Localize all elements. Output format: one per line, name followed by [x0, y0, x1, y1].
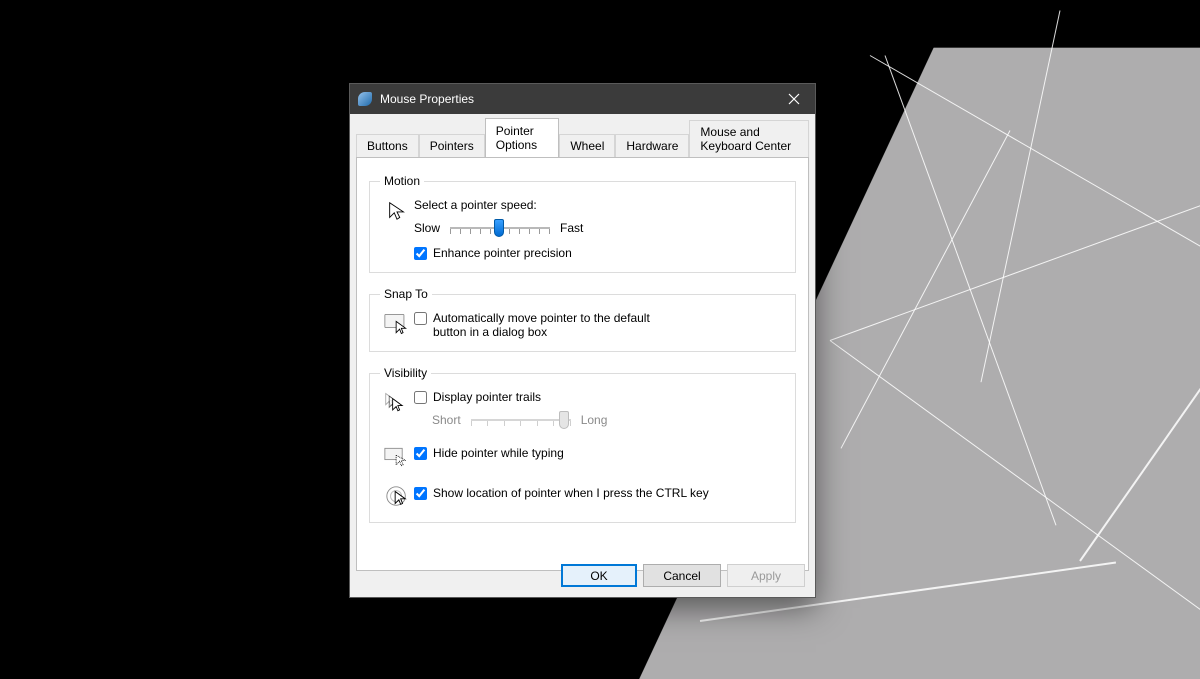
- pointer-trails-thumb: [559, 411, 569, 429]
- tab-hardware[interactable]: Hardware: [615, 134, 689, 158]
- tab-mouse-keyboard-center[interactable]: Mouse and Keyboard Center: [689, 120, 809, 158]
- enhance-precision-checkbox[interactable]: Enhance pointer precision: [414, 246, 785, 260]
- hide-typing-icon: [384, 444, 410, 470]
- pointer-speed-label: Select a pointer speed:: [414, 198, 785, 212]
- group-motion: Motion Select a pointer speed: Slow: [369, 174, 796, 273]
- group-snap-to-legend: Snap To: [380, 287, 432, 301]
- tab-wheel[interactable]: Wheel: [559, 134, 615, 158]
- mouse-properties-dialog: Mouse Properties Buttons Pointers Pointe…: [349, 83, 816, 598]
- trails-long-label: Long: [581, 413, 608, 427]
- tab-pointer-options[interactable]: Pointer Options: [485, 118, 560, 157]
- pointer-trails-icon: [384, 390, 410, 416]
- pointer-speed-fast-label: Fast: [560, 221, 583, 235]
- pointer-speed-icon: [384, 198, 410, 224]
- tab-pointers[interactable]: Pointers: [419, 134, 485, 158]
- enhance-precision-input[interactable]: [414, 247, 427, 260]
- ctrl-locate-icon: [384, 484, 410, 510]
- snap-to-input[interactable]: [414, 312, 427, 325]
- dialog-button-row: OK Cancel Apply: [561, 564, 805, 587]
- pointer-trails-slider: [471, 410, 571, 430]
- snap-to-label: Automatically move pointer to the defaul…: [433, 311, 683, 339]
- hide-typing-label: Hide pointer while typing: [433, 446, 564, 460]
- pointer-speed-slow-label: Slow: [414, 221, 440, 235]
- pointer-speed-thumb[interactable]: [494, 219, 504, 237]
- group-motion-legend: Motion: [380, 174, 424, 188]
- apply-button: Apply: [727, 564, 805, 587]
- group-snap-to: Snap To Automatically move: [369, 287, 796, 352]
- hide-typing-checkbox[interactable]: Hide pointer while typing: [414, 446, 785, 460]
- trails-short-label: Short: [432, 413, 461, 427]
- close-button[interactable]: [773, 84, 815, 114]
- snap-to-checkbox[interactable]: Automatically move pointer to the defaul…: [414, 311, 785, 339]
- pointer-speed-slider[interactable]: [450, 218, 550, 238]
- pointer-trails-checkbox[interactable]: Display pointer trails: [414, 390, 785, 404]
- ctrl-locate-checkbox[interactable]: Show location of pointer when I press th…: [414, 486, 785, 500]
- pointer-trails-label: Display pointer trails: [433, 390, 541, 404]
- desktop-wallpaper: Mouse Properties Buttons Pointers Pointe…: [0, 0, 1200, 679]
- titlebar[interactable]: Mouse Properties: [350, 84, 815, 114]
- enhance-precision-label: Enhance pointer precision: [433, 246, 572, 260]
- ctrl-locate-label: Show location of pointer when I press th…: [433, 486, 709, 500]
- group-visibility: Visibility: [369, 366, 796, 523]
- tab-buttons[interactable]: Buttons: [356, 134, 419, 158]
- app-icon: [358, 92, 372, 106]
- hide-typing-input[interactable]: [414, 447, 427, 460]
- cancel-button[interactable]: Cancel: [643, 564, 721, 587]
- pointer-trails-input[interactable]: [414, 391, 427, 404]
- snap-to-icon: [384, 311, 410, 337]
- window-title: Mouse Properties: [380, 92, 773, 106]
- tab-panel-pointer-options: Motion Select a pointer speed: Slow: [356, 157, 809, 571]
- group-visibility-legend: Visibility: [380, 366, 431, 380]
- ok-button[interactable]: OK: [561, 564, 637, 587]
- tab-strip: Buttons Pointers Pointer Options Wheel H…: [350, 114, 815, 157]
- ctrl-locate-input[interactable]: [414, 487, 427, 500]
